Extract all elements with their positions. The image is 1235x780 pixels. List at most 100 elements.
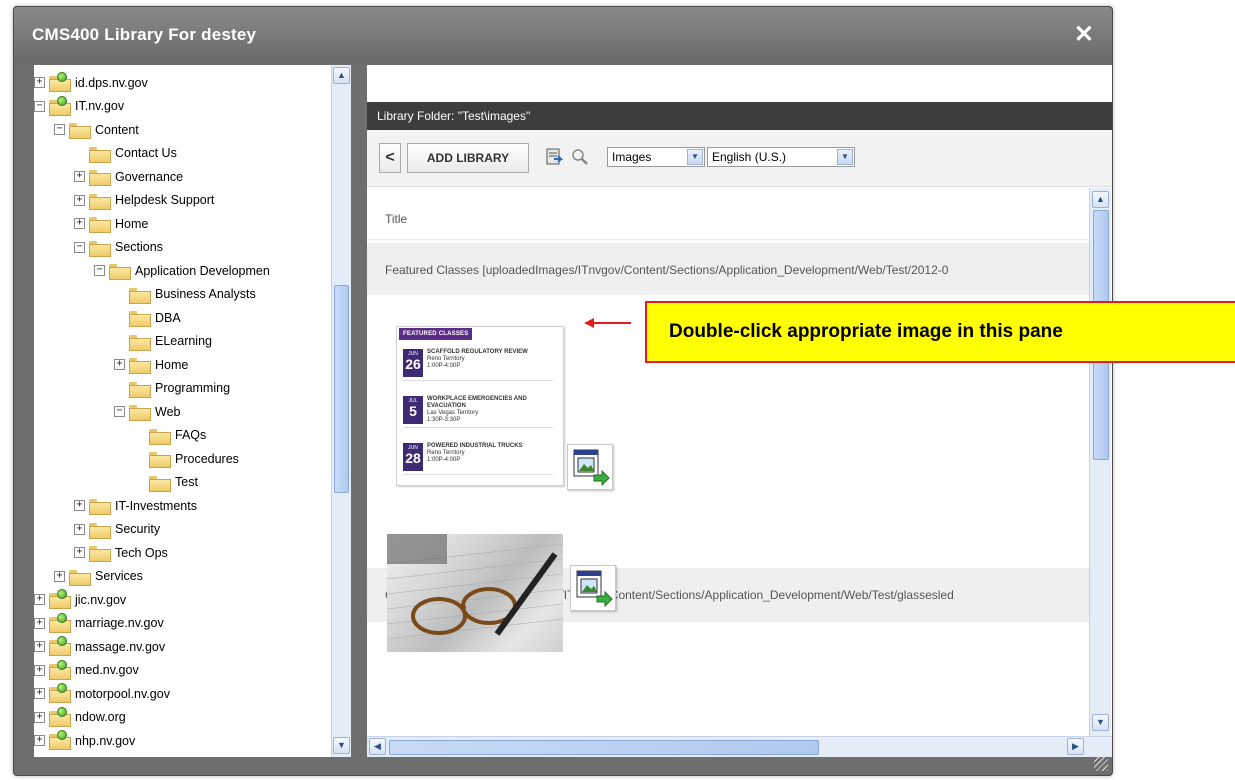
tree-item[interactable]: + marriage.nv.gov xyxy=(34,612,164,635)
scroll-right-icon[interactable]: ▶ xyxy=(1067,738,1084,755)
tree-item[interactable]: + Services xyxy=(54,565,143,588)
tree-item[interactable]: Programming xyxy=(114,377,230,400)
expand-icon[interactable]: + xyxy=(34,735,45,746)
search-icon[interactable] xyxy=(571,148,589,166)
tree-item[interactable]: + Governance xyxy=(74,165,183,188)
instruction-callout: Double-click appropriate image in this p… xyxy=(645,301,1235,363)
expand-icon[interactable]: + xyxy=(74,218,85,229)
scroll-down-icon[interactable]: ▼ xyxy=(1092,714,1109,731)
dialog-titlebar[interactable]: CMS400 Library For destey ✕ xyxy=(14,7,1112,63)
tree-item[interactable]: ELearning xyxy=(114,330,212,353)
tree-item[interactable]: + jic.nv.gov xyxy=(34,588,126,611)
horizontal-scroll-thumb[interactable] xyxy=(389,740,819,755)
scroll-up-icon[interactable]: ▲ xyxy=(1092,191,1109,208)
event-day: 28 xyxy=(405,450,421,466)
folder-tree: + id.dps.nv.gov − IT.nv.gov − Content Contact … xyxy=(34,65,331,757)
event-location: Reno Territory xyxy=(427,450,465,456)
expand-icon[interactable]: + xyxy=(74,171,85,182)
library-item-title[interactable]: Featured Classes [uploadedImages/ITnvgov… xyxy=(367,243,1089,295)
glasses-image[interactable] xyxy=(387,534,563,652)
tree-item[interactable]: + ndow.org xyxy=(34,706,126,729)
tree-item-label: Content xyxy=(95,122,139,137)
tree-item[interactable]: DBA xyxy=(114,306,181,329)
tree-item[interactable]: Procedures xyxy=(134,447,239,470)
expand-icon[interactable]: + xyxy=(34,711,45,723)
close-icon[interactable]: ✕ xyxy=(1074,20,1094,49)
tree-item[interactable]: + id.dps.nv.gov xyxy=(34,71,148,94)
expand-icon[interactable]: + xyxy=(34,594,45,605)
tree-item[interactable]: + Security xyxy=(74,518,160,541)
collapse-icon[interactable]: − xyxy=(114,406,125,417)
expand-icon[interactable]: + xyxy=(34,77,45,88)
expand-icon[interactable]: + xyxy=(74,523,85,535)
expand-icon[interactable]: + xyxy=(34,617,45,629)
scroll-down-icon[interactable]: ▼ xyxy=(333,737,350,754)
list-scrollbar[interactable]: ▲ ▼ xyxy=(1089,188,1111,736)
tree-item[interactable]: + IT-Investments xyxy=(74,494,197,517)
site-folder-icon xyxy=(49,636,71,656)
tree-item-label: Procedures xyxy=(175,451,239,466)
insert-image-button[interactable] xyxy=(567,444,613,490)
tree-item[interactable]: + motorpool.nv.gov xyxy=(34,682,170,705)
folder-icon xyxy=(89,498,111,515)
expand-icon[interactable]: + xyxy=(74,547,85,558)
folder-icon xyxy=(129,404,151,421)
site-folder-icon xyxy=(49,730,71,750)
expand-icon[interactable]: + xyxy=(34,688,45,699)
site-folder-icon xyxy=(49,683,71,703)
add-library-button[interactable]: ADD LIBRARY xyxy=(407,143,529,173)
expand-icon[interactable]: + xyxy=(34,641,45,652)
tree-item-label: Governance xyxy=(115,169,184,184)
tree-item-label: nhp.nv.gov xyxy=(75,733,136,748)
tree-scroll-thumb[interactable] xyxy=(334,285,349,493)
tree-item[interactable]: − Web xyxy=(114,400,180,423)
tree-item[interactable]: + nhp.nv.gov xyxy=(34,729,135,752)
tree-item[interactable]: + massage.nv.gov xyxy=(34,635,165,658)
folder-icon xyxy=(149,475,171,492)
featured-classes-image[interactable]: FEATURED CLASSES JUN 26 SCAFFOLD REGULATOR… xyxy=(396,326,564,486)
tree-item[interactable]: Business Analysts xyxy=(114,283,256,306)
tree-item[interactable]: − Application Developmen xyxy=(94,259,270,282)
scroll-left-icon[interactable]: ◀ xyxy=(369,738,386,755)
tree-item[interactable]: + Home xyxy=(114,353,188,376)
collapse-icon[interactable]: − xyxy=(74,241,85,253)
insert-image-button[interactable] xyxy=(570,565,616,611)
tree-item-label: massage.nv.gov xyxy=(75,639,166,654)
expand-icon[interactable]: + xyxy=(114,359,125,370)
insert-image-icon xyxy=(576,570,613,608)
chevron-down-icon: ▼ xyxy=(837,149,853,165)
tree-item[interactable]: FAQs xyxy=(134,424,206,447)
tree-item[interactable]: + Home xyxy=(74,212,148,235)
resize-grip-icon[interactable] xyxy=(1094,757,1108,771)
folder-icon xyxy=(129,310,151,327)
tree-item[interactable]: + Helpdesk Support xyxy=(74,189,214,212)
site-folder-icon xyxy=(49,612,71,633)
column-header-title[interactable]: Title xyxy=(367,188,1089,240)
event-details: WORKPLACE EMERGENCIES AND EVACUATION Las … xyxy=(427,396,553,424)
tree-item[interactable]: − Sections xyxy=(74,236,163,259)
tree-scrollbar[interactable]: ▲ ▼ xyxy=(331,65,351,757)
collapse-icon[interactable]: − xyxy=(54,124,65,135)
type-select[interactable]: Images ▼ xyxy=(607,147,705,167)
expand-icon[interactable]: + xyxy=(54,570,65,582)
horizontal-scrollbar[interactable]: ◀ ▶ xyxy=(367,736,1112,757)
expand-icon[interactable]: + xyxy=(74,194,85,206)
event-details: SCAFFOLD REGULATORY REVIEW Reno Territory… xyxy=(427,349,553,370)
collapse-icon[interactable]: − xyxy=(34,100,45,112)
back-button[interactable]: < xyxy=(379,143,401,173)
tree-item[interactable]: + med.nv.gov xyxy=(34,659,139,682)
expand-icon[interactable]: + xyxy=(34,664,45,676)
expand-icon[interactable]: + xyxy=(74,500,85,511)
language-select[interactable]: English (U.S.) ▼ xyxy=(707,147,855,167)
scroll-up-icon[interactable]: ▲ xyxy=(333,67,350,84)
tree-item[interactable]: + Tech Ops xyxy=(74,541,168,564)
tree-item[interactable]: − Content xyxy=(54,118,139,141)
export-icon[interactable] xyxy=(545,148,563,166)
folder-icon xyxy=(89,545,111,562)
tree-item[interactable]: − IT.nv.gov xyxy=(34,95,124,118)
collapse-icon[interactable]: − xyxy=(94,265,105,276)
tree-item[interactable]: Contact Us xyxy=(74,142,177,165)
tree-item[interactable]: Test xyxy=(134,471,198,494)
